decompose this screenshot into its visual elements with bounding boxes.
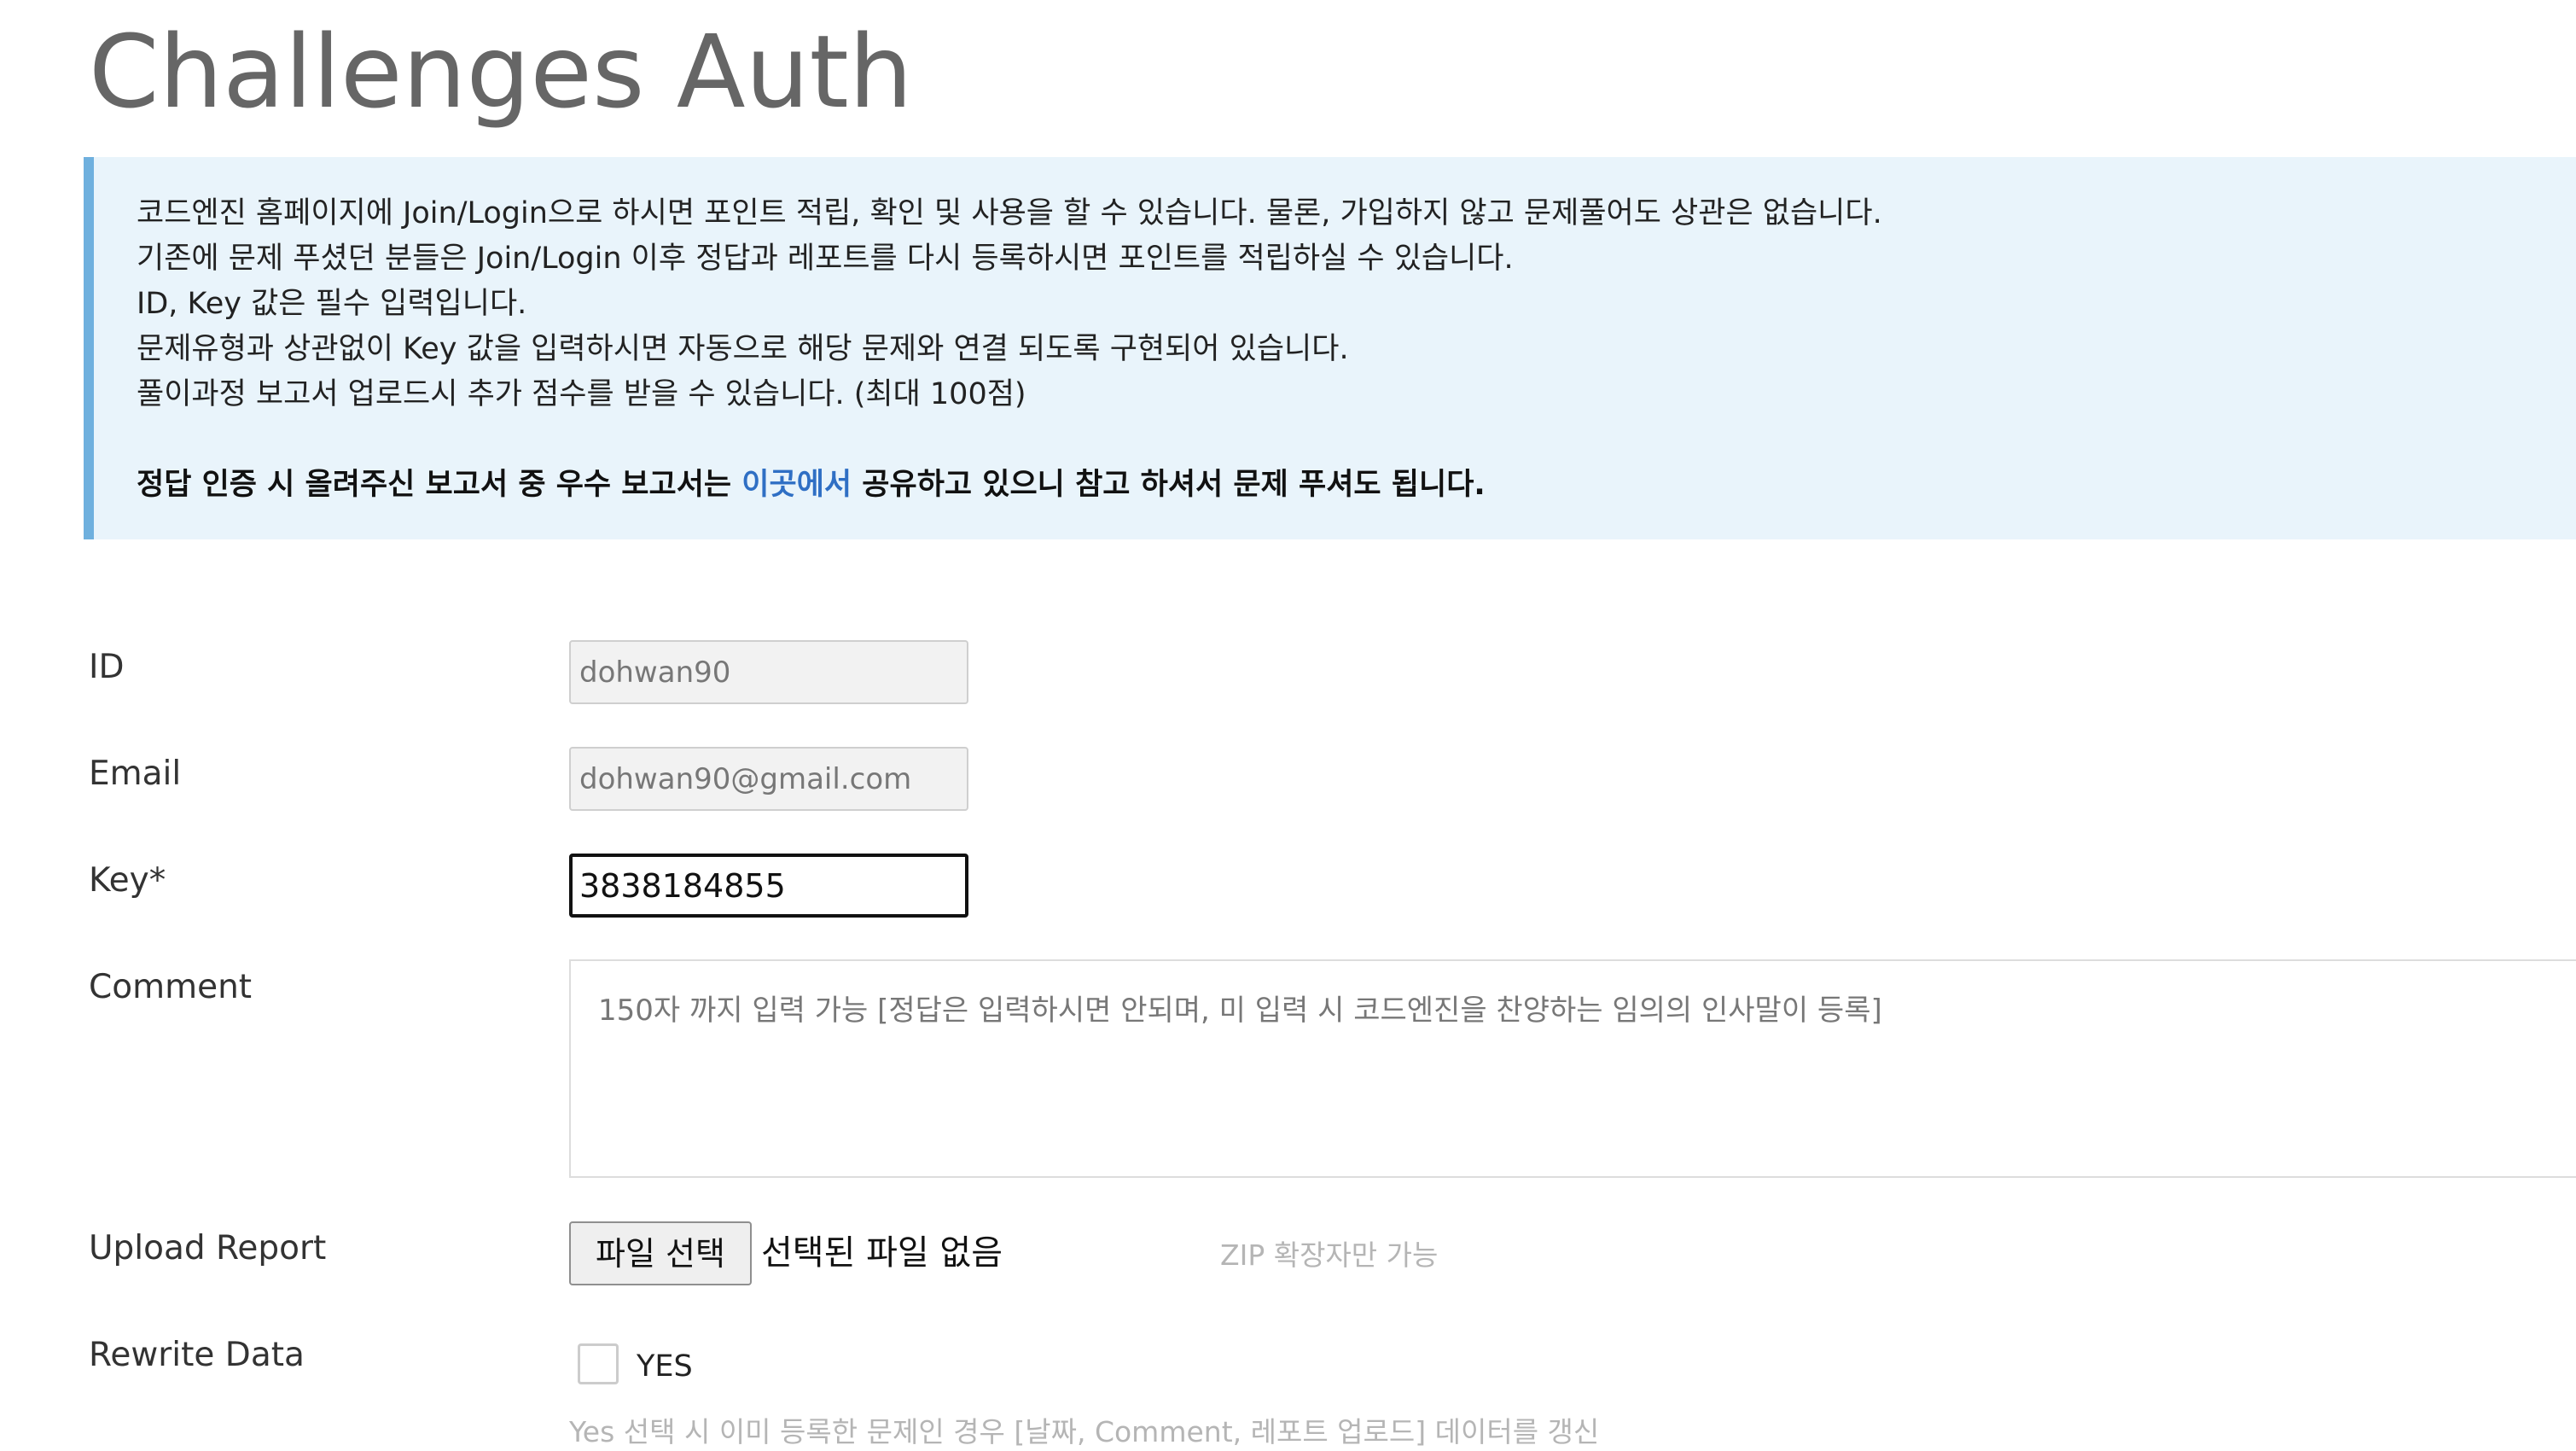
file-status-text: 선택된 파일 없음 <box>761 1233 1003 1273</box>
page-title: Challenges Auth <box>89 13 913 131</box>
notice-line-5: 풀이과정 보고서 업로드시 추가 점수를 받을 수 있습니다. (최대 100점… <box>137 377 1026 411</box>
rewrite-yes-label[interactable]: YES <box>637 1348 693 1385</box>
rewrite-hint: Yes 선택 시 이미 등록한 문제인 경우 [날짜, Comment, 레포트… <box>569 1415 1600 1448</box>
upload-report-label: Upload Report <box>89 1229 327 1267</box>
shared-reports-link[interactable]: 이곳에서 <box>741 468 852 502</box>
notice-line-2: 기존에 문제 푸셨던 분들은 Join/Login 이후 정답과 레포트를 다시… <box>137 242 1514 276</box>
comment-textarea[interactable] <box>569 959 2576 1178</box>
notice-report-share-suffix: 공유하고 있으니 참고 하셔서 문제 푸셔도 됩니다. <box>852 468 1486 502</box>
key-field[interactable] <box>569 854 968 918</box>
notice-spacer <box>137 417 2576 463</box>
email-field[interactable] <box>569 747 968 811</box>
choose-file-button[interactable]: 파일 선택 <box>569 1221 752 1285</box>
rewrite-yes-checkbox[interactable] <box>578 1343 619 1384</box>
email-label: Email <box>89 755 182 793</box>
key-label: Key* <box>89 861 166 900</box>
zip-only-hint: ZIP 확장자만 가능 <box>1220 1238 1439 1272</box>
notice-line-4: 문제유형과 상관없이 Key 값을 입력하시면 자동으로 해당 문제와 연결 되… <box>137 332 1349 366</box>
notice-line-3: ID, Key 값은 필수 입력입니다. <box>137 287 527 321</box>
info-notice: 코드엔진 홈페이지에 Join/Login으로 하시면 포인트 적립, 확인 및… <box>84 157 2576 539</box>
notice-line-1: 코드엔진 홈페이지에 Join/Login으로 하시면 포인트 적립, 확인 및… <box>137 196 1882 230</box>
id-label: ID <box>89 648 125 686</box>
rewrite-data-label: Rewrite Data <box>89 1336 305 1374</box>
notice-report-share: 정답 인증 시 올려주신 보고서 중 우수 보고서는 이곳에서 공유하고 있으니… <box>137 463 2576 508</box>
comment-label: Comment <box>89 968 253 1006</box>
id-field[interactable] <box>569 640 968 704</box>
notice-report-share-prefix: 정답 인증 시 올려주신 보고서 중 우수 보고서는 <box>137 468 742 502</box>
